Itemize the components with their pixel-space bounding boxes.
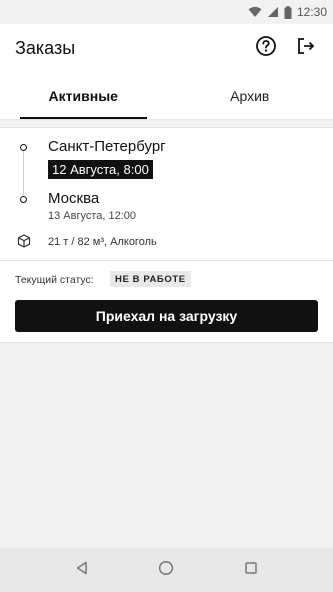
status-label: Текущий статус: <box>15 274 94 286</box>
logout-icon <box>295 35 317 62</box>
app-bar-actions <box>253 35 333 61</box>
home-circle-icon <box>158 560 174 581</box>
page-title: Заказы <box>15 37 76 58</box>
order-card[interactable]: Санкт-Петербург 12 Августа, 8:00 Москва … <box>0 127 333 343</box>
nav-home-button[interactable] <box>151 555 181 585</box>
wifi-icon <box>248 6 262 18</box>
help-icon <box>255 35 277 62</box>
tab-active-orders[interactable]: Активные <box>0 72 167 119</box>
divider <box>0 260 333 261</box>
destination-dot <box>20 196 27 203</box>
destination-date: 13 Августа, 12:00 <box>48 210 137 222</box>
origin-city: Санкт-Петербург <box>48 138 166 155</box>
nav-back-button[interactable] <box>67 555 97 585</box>
help-button[interactable] <box>253 35 279 61</box>
battery-icon <box>284 5 292 19</box>
tab-archive[interactable]: Архив <box>167 72 333 119</box>
tab-bar: Активные Архив <box>0 72 333 120</box>
status-bar: 12:30 <box>0 0 333 24</box>
logout-button[interactable] <box>293 35 319 61</box>
cargo-info: 21 т / 82 м³, Алкоголь <box>48 236 157 248</box>
route-line <box>23 150 24 202</box>
origin-dot <box>20 144 27 151</box>
recents-square-icon <box>244 561 258 580</box>
back-triangle-icon <box>75 561 89 580</box>
destination-city: Москва <box>48 190 100 207</box>
system-nav-bar <box>0 548 333 592</box>
app-bar: Заказы <box>0 24 333 72</box>
status-badge: НЕ В РАБОТЕ <box>110 271 191 287</box>
box-icon <box>17 234 31 253</box>
signal-icon <box>267 6 279 18</box>
arrived-for-loading-button[interactable]: Приехал на загрузку <box>15 300 318 332</box>
nav-recents-button[interactable] <box>236 555 266 585</box>
origin-date: 12 Августа, 8:00 <box>48 160 153 179</box>
status-time: 12:30 <box>296 5 327 19</box>
